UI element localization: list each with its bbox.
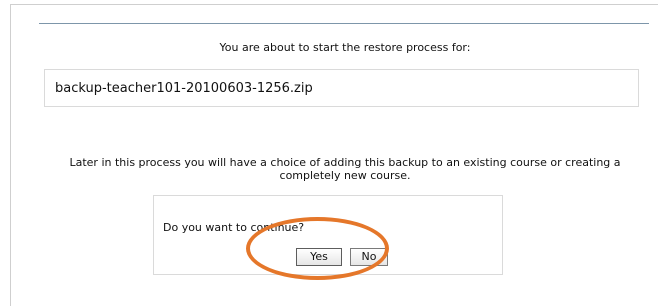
- restore-intro-text: You are about to start the restore proce…: [219, 41, 471, 54]
- header-divider: [39, 23, 649, 24]
- continue-question: Do you want to continue?: [163, 221, 305, 234]
- backup-filename-box: backup-teacher101-20100603-1256.zip: [44, 69, 639, 107]
- yes-button[interactable]: Yes: [296, 248, 342, 266]
- no-button[interactable]: No: [350, 248, 388, 266]
- restore-explanation-text: Later in this process you will have a ch…: [69, 156, 621, 182]
- continue-confirmation-box: Do you want to continue? Yes No: [153, 195, 503, 275]
- backup-filename: backup-teacher101-20100603-1256.zip: [55, 81, 313, 96]
